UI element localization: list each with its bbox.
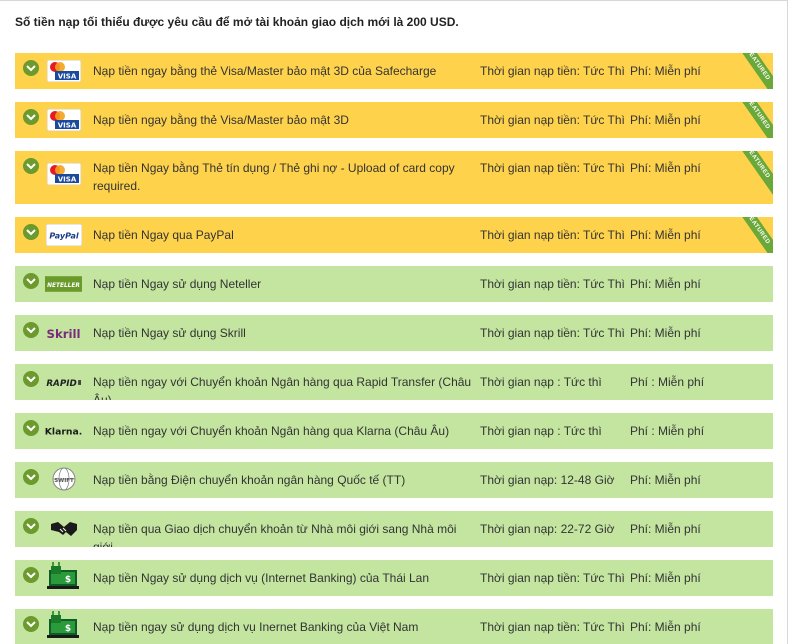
method-description: Nạp tiền bằng Điện chuyển khoản ngân hàn…	[93, 473, 406, 487]
internet-banking-icon: $	[45, 611, 82, 638]
chevron-down-icon[interactable]	[23, 273, 39, 289]
deposit-time: Thời gian nạp tiền: Tức Thì	[480, 64, 625, 78]
deposit-time: Thời gian nạp: 12-48 Giờ	[480, 473, 615, 487]
visa-mastercard-icon: VISA	[45, 59, 82, 83]
klarna-icon: Klarna.	[45, 419, 82, 443]
internet-banking-icon: $	[45, 562, 82, 589]
method-description: Nạp tiền ngay bằng thẻ Visa/Master bảo m…	[93, 113, 349, 127]
svg-text:RAPID: RAPID	[46, 379, 76, 389]
method-description: Nạp tiền ngay bằng thẻ Visa/Master bảo m…	[93, 64, 437, 78]
chevron-down-icon[interactable]	[23, 224, 39, 240]
deposit-fee: Phí: Miễn phí	[630, 522, 701, 536]
chevron-down-icon[interactable]	[23, 469, 39, 485]
chevron-down-icon[interactable]	[23, 616, 39, 632]
deposit-time: Thời gian nạp tiền: Tức Thì	[480, 277, 625, 291]
page-top-border	[0, 0, 788, 1]
deposit-method-row[interactable]: $ Nạp tiền Ngay sử dụng dịch vụ (Interne…	[15, 560, 773, 596]
deposit-fee: Phí: Miễn phí	[630, 161, 701, 175]
method-description: Nạp tiền ngay với Chuyển khoản Ngân hàng…	[93, 375, 472, 400]
minimum-deposit-notice: Số tiền nạp tối thiểu được yêu cầu để mở…	[15, 15, 459, 29]
chevron-down-icon[interactable]	[23, 420, 39, 436]
chevron-down-icon[interactable]	[23, 371, 39, 387]
deposit-time: Thời gian nạp: 22-72 Giờ	[480, 522, 615, 536]
deposit-time: Thời gian nạp tiền: Tức Thì	[480, 620, 625, 634]
method-description: Nạp tiền ngay với Chuyển khoản Ngân hàng…	[93, 424, 450, 438]
handshake-icon	[45, 517, 82, 541]
deposit-method-row[interactable]: VISA Nạp tiền ngay bằng thẻ Visa/Master …	[15, 102, 773, 138]
skrill-icon: Skrill	[45, 321, 82, 345]
deposit-fee: Phí: Miễn phí	[630, 277, 701, 291]
deposit-method-row[interactable]: $ Nạp tiền ngay sử dụng dịch vụ Inernet …	[15, 609, 773, 644]
deposit-time: Thời gian nạp : Tức thì	[480, 375, 602, 389]
method-description: Nạp tiền Ngay qua PayPal	[93, 228, 234, 242]
deposit-method-row[interactable]: NETELLER Nạp tiền Ngay sử dụng Neteller …	[15, 266, 773, 302]
svg-text:SWIFT: SWIFT	[54, 478, 74, 484]
svg-text:VISA: VISA	[57, 122, 76, 130]
svg-text:VISA: VISA	[57, 73, 76, 81]
svg-text:VISA: VISA	[57, 176, 76, 184]
svg-text:$: $	[64, 575, 70, 585]
deposit-method-row[interactable]: Skrill Nạp tiền Ngay sử dụng Skrill Thời…	[15, 315, 773, 351]
deposit-time: Thời gian nạp tiền: Tức Thì	[480, 326, 625, 340]
method-description: Nạp tiền Ngay sử dụng Neteller	[93, 277, 262, 291]
deposit-method-row[interactable]: VISA Nạp tiền Ngay bằng Thẻ tín dụng / T…	[15, 151, 773, 204]
svg-text:Klarna.: Klarna.	[45, 427, 82, 438]
visa-mastercard-icon: VISA	[45, 108, 82, 132]
deposit-method-row[interactable]: PayPal Nạp tiền Ngay qua PayPal Thời gia…	[15, 217, 773, 253]
chevron-down-icon[interactable]	[23, 322, 39, 338]
chevron-down-icon[interactable]	[23, 567, 39, 583]
deposit-method-row[interactable]: Nạp tiền qua Giao dịch chuyển khoản từ N…	[15, 511, 773, 547]
visa-mastercard-icon: VISA	[45, 162, 82, 186]
deposit-fee: Phí : Miễn phí	[630, 424, 705, 438]
deposit-fee: Phí : Miễn phí	[630, 375, 705, 389]
deposit-fee: Phí: Miễn phí	[630, 228, 701, 242]
deposit-fee: Phí: Miễn phí	[630, 571, 701, 585]
paypal-icon: PayPal	[45, 223, 82, 247]
rapid-transfer-icon: RAPID	[45, 370, 82, 394]
swift-icon: SWIFT	[45, 467, 82, 491]
neteller-icon: NETELLER	[45, 272, 82, 296]
svg-text:$: $	[64, 624, 70, 634]
svg-text:Skrill: Skrill	[47, 327, 81, 341]
method-description: Nạp tiền Ngay bằng Thẻ tín dụng / Thẻ gh…	[93, 161, 455, 193]
deposit-method-row[interactable]: Klarna. Nạp tiền ngay với Chuyển khoản N…	[15, 413, 773, 449]
deposit-method-row[interactable]: SWIFT Nạp tiền bằng Điện chuyển khoản ng…	[15, 462, 773, 498]
deposit-fee: Phí: Miễn phí	[630, 326, 701, 340]
deposit-time: Thời gian nạp tiền: Tức Thì	[480, 571, 625, 585]
deposit-fee: Phí: Miễn phí	[630, 473, 701, 487]
deposit-methods-list: VISA Nạp tiền ngay bằng thẻ Visa/Master …	[15, 53, 773, 644]
deposit-time: Thời gian nạp tiền: Tức Thì	[480, 113, 625, 127]
method-description: Nạp tiền Ngay sử dụng Skrill	[93, 326, 246, 340]
deposit-fee: Phí: Miễn phí	[630, 113, 701, 127]
method-description: Nạp tiền Ngay sử dụng dịch vụ (Internet …	[93, 571, 430, 585]
chevron-down-icon[interactable]	[23, 109, 39, 125]
deposit-time: Thời gian nạp tiền: Tức Thì	[480, 228, 625, 242]
deposit-fee: Phí: Miễn phí	[630, 620, 701, 634]
deposit-time: Thời gian nạp tiền: Tức Thì	[480, 161, 625, 175]
svg-text:PayPal: PayPal	[49, 232, 78, 241]
deposit-time: Thời gian nạp : Tức thì	[480, 424, 602, 438]
method-description: Nạp tiền ngay sử dụng dịch vụ Inernet Ba…	[93, 620, 419, 634]
method-description: Nạp tiền qua Giao dịch chuyển khoản từ N…	[93, 522, 457, 547]
chevron-down-icon[interactable]	[23, 158, 39, 174]
deposit-fee: Phí: Miễn phí	[630, 64, 701, 78]
deposit-method-row[interactable]: VISA Nạp tiền ngay bằng thẻ Visa/Master …	[15, 53, 773, 89]
svg-text:NETELLER: NETELLER	[47, 283, 80, 289]
chevron-down-icon[interactable]	[23, 60, 39, 76]
deposit-method-row[interactable]: RAPID Nạp tiền ngay với Chuyển khoản Ngâ…	[15, 364, 773, 400]
chevron-down-icon[interactable]	[23, 518, 39, 534]
